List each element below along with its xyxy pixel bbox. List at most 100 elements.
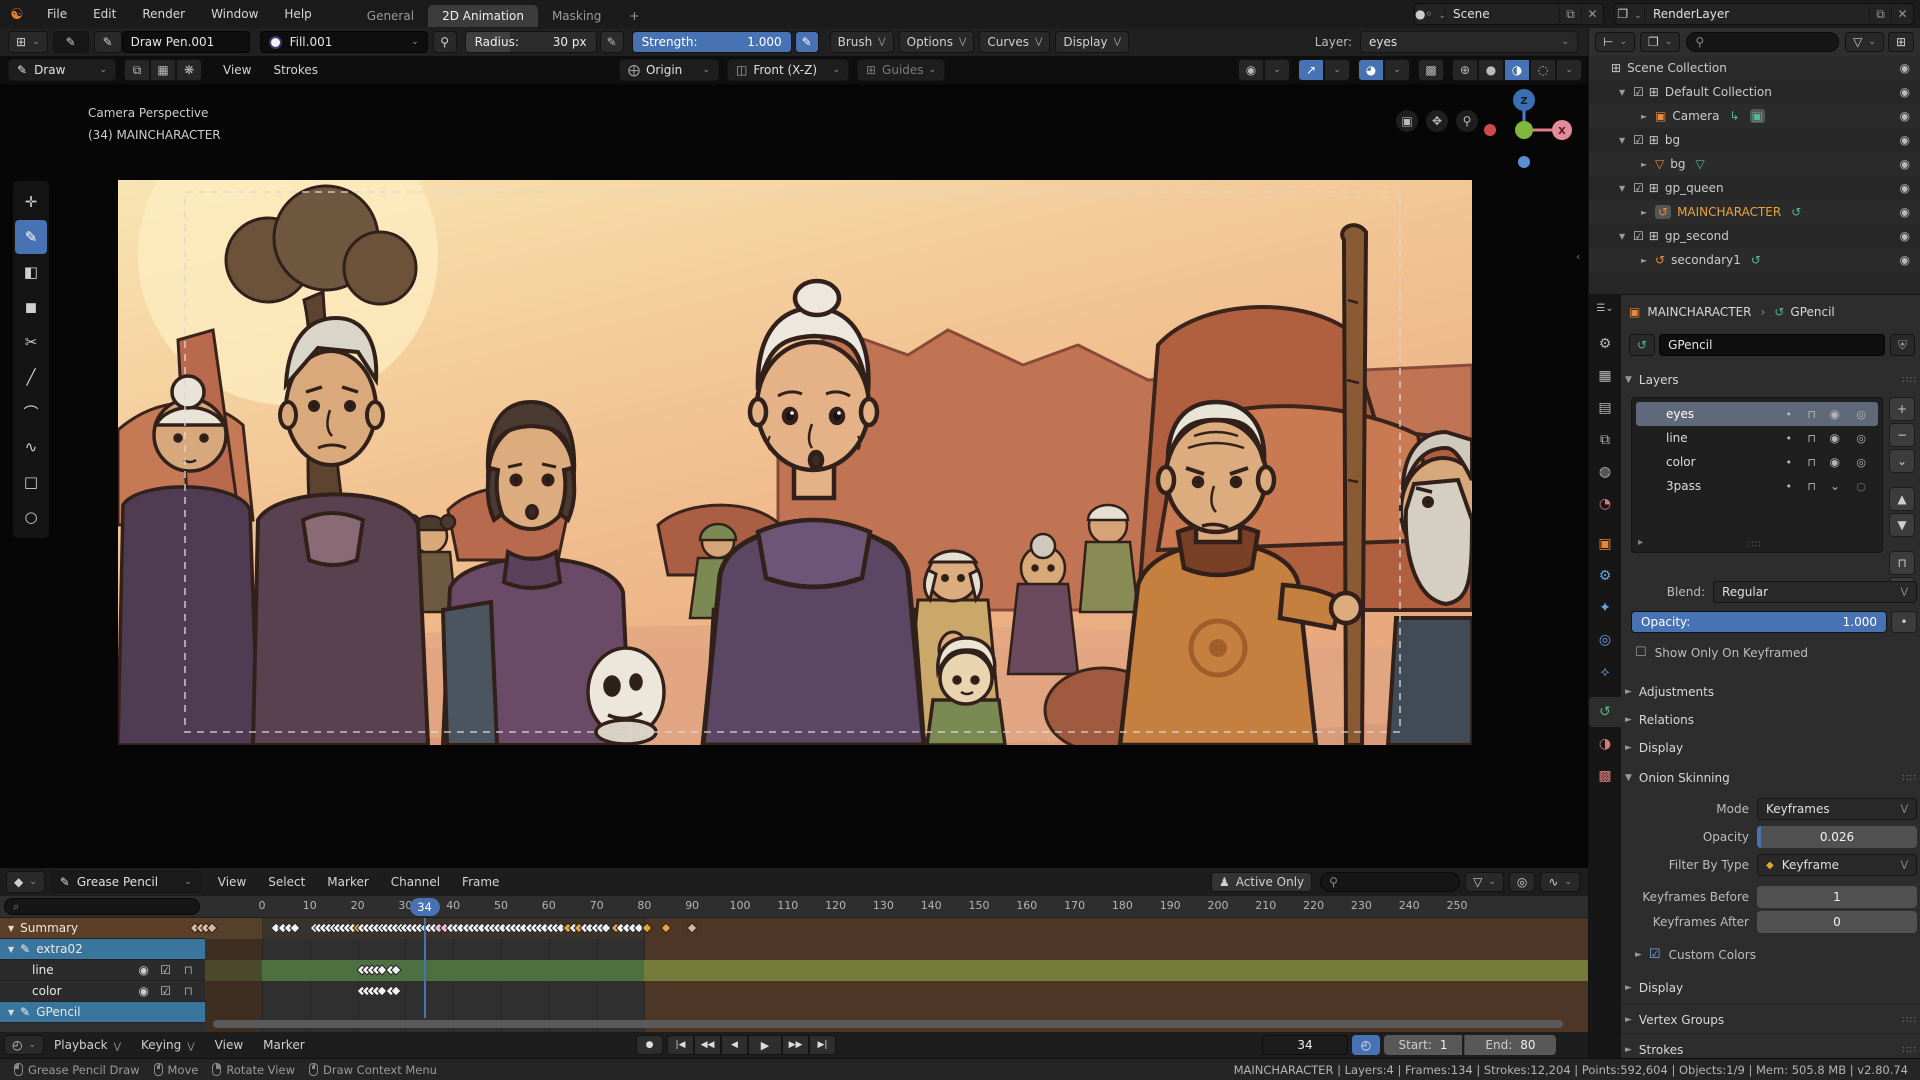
eye-open-icon[interactable]: ◉ <box>1830 431 1840 445</box>
brush-preview-button[interactable]: ✎ <box>53 31 89 53</box>
render-layer-remove-button[interactable]: ✕ <box>1891 7 1913 21</box>
auto-keyframe-button[interactable]: ◴ <box>1352 1035 1380 1055</box>
render-layer-copy-button[interactable]: ⧉ <box>1869 7 1891 22</box>
dopesheet-area[interactable]: 0102030405060708090100110120130140150160… <box>0 896 1588 1032</box>
axis-gizmo[interactable]: Z X <box>1462 86 1572 206</box>
collapse-icon[interactable]: ▼ <box>1619 232 1633 241</box>
visibility-eye-icon[interactable]: ◉ <box>1900 181 1910 195</box>
playback-menu-view[interactable]: View <box>205 1038 253 1052</box>
drawing-plane-dropdown[interactable]: ◫Front (X-Z)⌄ <box>727 59 849 81</box>
collection-checkbox[interactable]: ☑ <box>1633 229 1644 243</box>
current-frame-field[interactable]: 34 <box>1262 1035 1348 1055</box>
material-pin-icon[interactable]: ⚲ <box>433 31 457 53</box>
lock-layers-button[interactable]: ⊓ <box>1889 551 1915 575</box>
gpencil-id-icon-dropdown[interactable]: ↺ <box>1629 334 1655 356</box>
keyframes-after-field[interactable]: 0 <box>1757 911 1917 933</box>
onion-mode-dropdown[interactable]: Keyframes⋁ <box>1757 798 1917 820</box>
show-gizmo-eye-icon[interactable]: ◉ <box>1238 59 1264 81</box>
shading-rendered-icon[interactable]: ◌ <box>1530 59 1556 81</box>
new-collection-icon[interactable]: ⊞ <box>1888 32 1914 52</box>
gizmos-dropdown-icon[interactable]: ⌄ <box>1324 59 1350 81</box>
scene-selector[interactable]: ●◦⌄ Scene ⧉ ✕ <box>1414 3 1604 25</box>
properties-tab-tool[interactable]: ⚙ <box>1589 329 1621 359</box>
timeline-scrollbar[interactable] <box>213 1020 1563 1028</box>
collapse-icon[interactable]: ▼ <box>1619 88 1633 97</box>
tool-icon-dropdown[interactable]: ⊞⌄ <box>8 31 48 53</box>
mode-dropdown[interactable]: ✎ Draw⌄ <box>8 59 116 81</box>
outliner-filter-id-icon[interactable]: ❐⌄ <box>1640 32 1680 52</box>
channel-line[interactable]: line◉☑⊓ <box>0 960 205 981</box>
properties-editor-type-icon[interactable]: ☰⌄ <box>1589 295 1621 321</box>
expand-icon[interactable]: ► <box>1641 208 1655 217</box>
channel-summary[interactable]: ▼Summary <box>0 918 205 939</box>
menu-help[interactable]: Help <box>271 0 324 28</box>
expand-icon[interactable]: ► <box>1641 160 1655 169</box>
visibility-eye-icon[interactable]: ◉ <box>1900 229 1910 243</box>
overlays-toggle-icon[interactable]: ◕ <box>1358 59 1384 81</box>
playback-editor-icon[interactable]: ◴⌄ <box>4 1035 44 1055</box>
timeline-interpolation-icon[interactable]: ∿⌄ <box>1540 872 1580 892</box>
outliner-search-input[interactable]: ⚲ <box>1686 32 1839 52</box>
active-only-toggle[interactable]: ♟ Active Only <box>1211 872 1312 892</box>
draw-on-back-icon[interactable]: ▦ <box>150 59 176 81</box>
outliner-row-gp-queen[interactable]: ▼☑⊞gp_queen◉ <box>1589 176 1920 200</box>
properties-tab-material[interactable]: ◑ <box>1589 729 1621 759</box>
prev-keyframe-button[interactable]: ◀◀ <box>694 1035 721 1055</box>
fill-tool[interactable]: ◧ <box>15 255 47 289</box>
channel-checkbox[interactable]: ☑ <box>160 984 171 998</box>
outliner-row-bg[interactable]: ►▽bg▽◉ <box>1589 152 1920 176</box>
active-layer-dropdown[interactable]: eyes⌄ <box>1360 31 1578 53</box>
record-button[interactable]: ● <box>636 1035 663 1055</box>
menu-render[interactable]: Render <box>129 0 198 28</box>
multiframe-icon[interactable]: ⧉ <box>124 59 150 81</box>
layer-opacity-slider[interactable]: Opacity:1.000 <box>1631 611 1887 633</box>
collection-checkbox[interactable]: ☑ <box>1633 181 1644 195</box>
properties-tab-texture[interactable]: ▩ <box>1589 761 1621 791</box>
strength-pressure-button[interactable]: ✎ <box>795 31 819 53</box>
playback-menu-playback[interactable]: Playback⋁ <box>44 1038 131 1052</box>
viewport-canvas[interactable]: Camera Perspective (34) MAINCHARACTER ✛✎… <box>0 84 1588 868</box>
eye-open-icon[interactable]: ◉ <box>1830 455 1840 469</box>
guides-dropdown[interactable]: ⊞Guides⌄ <box>857 59 945 81</box>
lock-open-icon[interactable]: ⊓ <box>1807 408 1816 421</box>
visibility-eye-icon[interactable]: ◉ <box>1900 253 1910 267</box>
remove-layer-button[interactable]: − <box>1889 423 1915 447</box>
brush-dropdown[interactable]: Brush⋁ <box>830 31 894 53</box>
line-tool[interactable]: ╱ <box>15 360 47 394</box>
properties-tab-render[interactable]: ▦ <box>1589 361 1621 391</box>
play-reverse-button[interactable]: ◀ <box>721 1035 748 1055</box>
custom-colors-row[interactable]: ►☑Custom Colors <box>1635 947 1756 962</box>
layer-row-color[interactable]: color•⊓◉◎ <box>1636 450 1878 474</box>
box-tool[interactable]: □ <box>15 465 47 499</box>
layer-row-eyes[interactable]: eyes•⊓◉◎ <box>1636 402 1878 426</box>
section-vertex-groups[interactable]: ►Vertex Groups∷∷ <box>1625 1009 1917 1031</box>
channel-search-input[interactable]: ⌕ <box>4 898 200 915</box>
radius-slider[interactable]: Radius:30 px <box>465 31 597 53</box>
gpencil-id-name-field[interactable]: GPencil <box>1659 334 1885 356</box>
channel-lock-icon[interactable]: ⊓ <box>184 984 193 998</box>
layer-specials-button[interactable]: ⌄ <box>1889 449 1915 473</box>
stroke-placement-dropdown[interactable]: ⨁Origin⌄ <box>619 59 719 81</box>
outliner-row-bg[interactable]: ▼☑⊞bg◉ <box>1589 128 1920 152</box>
properties-tab-constraints[interactable]: ⟡ <box>1589 657 1621 687</box>
menu-edit[interactable]: Edit <box>80 0 129 28</box>
jump-start-button[interactable]: |◀ <box>667 1035 694 1055</box>
scene-copy-button[interactable]: ⧉ <box>1559 7 1581 22</box>
visibility-eye-icon[interactable]: ◉ <box>1900 61 1910 75</box>
key-area[interactable] <box>205 918 1588 1032</box>
channel-color[interactable]: color◉☑⊓ <box>0 981 205 1002</box>
snap-icon[interactable]: ❋ <box>176 59 202 81</box>
timeline-menu-view[interactable]: View <box>207 875 257 889</box>
outliner-row-camera[interactable]: ►▣Camera↳▣◉ <box>1589 104 1920 128</box>
editor-type-icon[interactable]: ◆⌄ <box>6 871 45 893</box>
onion-filter-dropdown[interactable]: ◆Keyframe⋁ <box>1757 854 1917 876</box>
playhead-line[interactable] <box>424 918 426 1018</box>
render-layer-selector[interactable]: ❐⌄ RenderLayer ⧉ ✕ <box>1614 3 1914 25</box>
onion-skinning-section-header[interactable]: ▼Onion Skinning∷∷ <box>1625 767 1917 789</box>
shading-dropdown-icon[interactable]: ⌄ <box>1556 59 1582 81</box>
move-layer-down-button[interactable]: ▼ <box>1889 513 1915 537</box>
strength-slider[interactable]: Strength:1.000 <box>632 31 792 53</box>
panel-collapse-arrow[interactable]: ‹ <box>1576 250 1580 263</box>
outliner-row-default-collection[interactable]: ▼☑⊞Default Collection◉ <box>1589 80 1920 104</box>
overlays-dropdown-icon[interactable]: ⌄ <box>1384 59 1410 81</box>
